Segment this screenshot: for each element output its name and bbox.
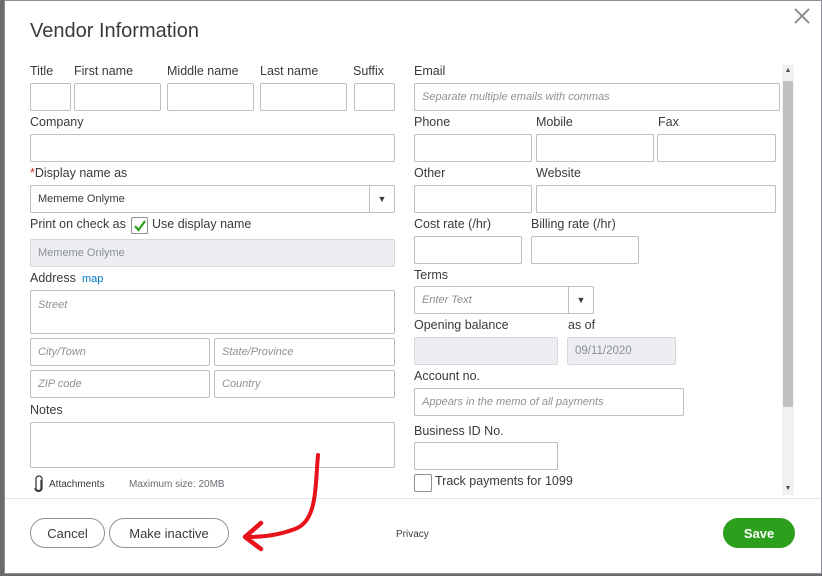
as-of-date-input[interactable]: 09/11/2020 [567,337,676,365]
chevron-down-icon[interactable]: ▼ [369,186,394,212]
first-name-input[interactable] [74,83,161,111]
title-label: Title [30,64,54,78]
billing-rate-label: Billing rate (/hr) [531,217,616,231]
display-name-select[interactable]: Mememe Onlyme ▼ [30,185,395,213]
checkmark-icon [133,219,146,232]
cancel-button[interactable]: Cancel [30,518,105,548]
account-no-label: Account no. [414,369,481,383]
billing-rate-input[interactable] [531,236,639,264]
suffix-input[interactable] [354,83,395,111]
opening-balance-input[interactable] [414,337,558,365]
other-phone-input[interactable] [414,185,532,213]
middle-name-input[interactable] [167,83,254,111]
display-name-label: *Display name as [30,166,127,180]
map-link[interactable]: map [82,273,103,285]
email-input[interactable]: Separate multiple emails with commas [414,83,780,111]
last-name-input[interactable] [260,83,347,111]
business-id-label: Business ID No. [414,424,504,438]
print-on-check-label: Print on check as [30,217,126,231]
address-label: Address [30,271,76,285]
fax-input[interactable] [657,134,776,162]
dialog-title: Vendor Information [30,20,199,42]
phone-label: Phone [414,115,451,129]
phone-input[interactable] [414,134,532,162]
track-1099-label: Track payments for 1099 [435,474,573,488]
scroll-up-icon[interactable]: ▲ [782,67,794,74]
scrollbar-thumb[interactable] [783,81,793,407]
fax-label: Fax [658,115,679,129]
terms-label: Terms [414,268,449,282]
mobile-label: Mobile [536,115,573,129]
use-display-name-checkbox[interactable] [131,217,148,234]
print-on-check-input[interactable]: Mememe Onlyme [30,239,395,267]
make-inactive-button[interactable]: Make inactive [109,518,229,548]
cost-rate-label: Cost rate (/hr) [414,217,492,231]
footer-divider [5,498,821,499]
zip-input[interactable]: ZIP code [30,370,210,398]
annotation-arrow-icon [242,453,320,552]
suffix-label: Suffix [353,64,385,78]
city-input[interactable]: City/Town [30,338,210,366]
mobile-input[interactable] [536,134,654,162]
notes-label: Notes [30,403,63,417]
display-name-label-text: Display name as [34,166,128,180]
title-input[interactable] [30,83,71,111]
as-of-label: as of [568,318,596,332]
display-name-value: Mememe Onlyme [38,193,125,205]
attachments-max-size: Maximum size: 20MB [129,479,225,490]
terms-select[interactable]: Enter Text ▼ [414,286,594,314]
other-label: Other [414,166,446,180]
terms-placeholder: Enter Text [422,294,472,306]
attachments-link[interactable]: Attachments [49,479,105,490]
save-button[interactable]: Save [723,518,795,548]
business-id-input[interactable] [414,442,558,470]
company-label: Company [30,115,84,129]
close-icon[interactable] [793,7,815,29]
account-no-input[interactable]: Appears in the memo of all payments [414,388,684,416]
street-input[interactable]: Street [30,290,395,334]
use-display-name-label: Use display name [152,217,252,231]
state-input[interactable]: State/Province [214,338,395,366]
notes-textarea[interactable] [30,422,395,468]
company-input[interactable] [30,134,395,162]
paperclip-icon[interactable] [33,475,45,498]
email-label: Email [414,64,446,78]
website-label: Website [536,166,581,180]
scroll-down-icon[interactable]: ▼ [782,485,794,492]
chevron-down-icon[interactable]: ▼ [568,287,593,313]
privacy-link[interactable]: Privacy [396,529,429,540]
vendor-information-dialog: Vendor Information Title First name Midd… [4,0,822,574]
first-name-label: First name [74,64,134,78]
website-input[interactable] [536,185,776,213]
track-1099-checkbox[interactable] [414,474,432,492]
cost-rate-input[interactable] [414,236,522,264]
country-input[interactable]: Country [214,370,395,398]
opening-balance-label: Opening balance [414,318,509,332]
last-name-label: Last name [260,64,319,78]
middle-name-label: Middle name [167,64,239,78]
